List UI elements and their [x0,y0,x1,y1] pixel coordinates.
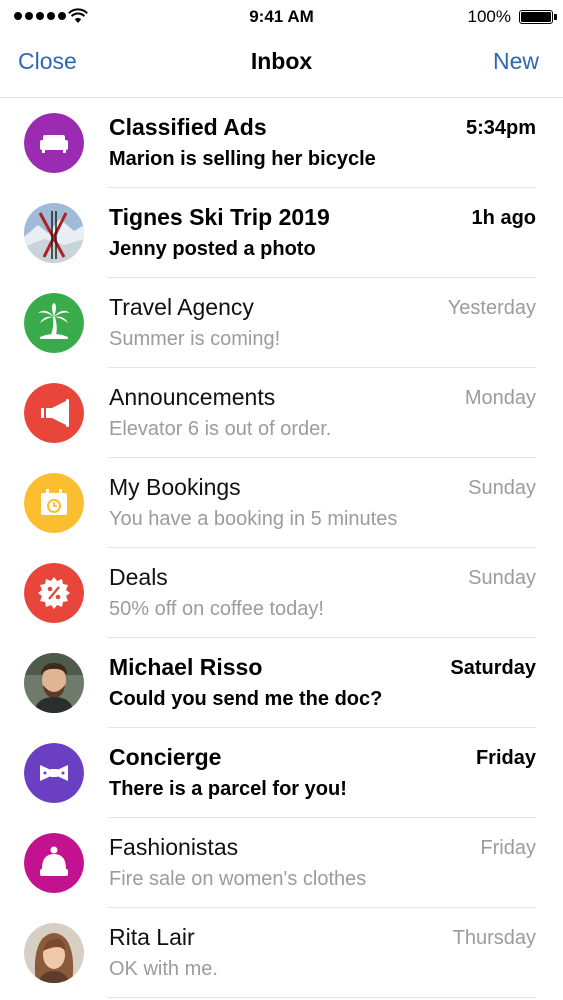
item-time: Monday [464,387,536,409]
avatar [24,923,84,983]
beanie-hat-icon [24,833,84,893]
item-preview: Summer is coming! [109,328,281,350]
item-title: Rita Lair [109,924,195,950]
inbox-item-announcements[interactable]: Announcements Elevator 6 is out of order… [0,368,563,458]
inbox-item-classified-ads[interactable]: Classified Ads Marion is selling her bic… [0,98,563,188]
inbox-list: Classified Ads Marion is selling her bic… [0,98,563,998]
megaphone-icon [24,383,84,443]
inbox-item-deals[interactable]: Deals 50% off on coffee today! Sunday [0,548,563,638]
bow-tie-icon [24,743,84,803]
percent-badge-icon [24,563,84,623]
item-time: 5:34pm [465,117,536,139]
item-time: Thursday [452,927,536,949]
item-time: Friday [475,747,536,769]
item-time: Saturday [450,657,536,679]
inbox-item-rita-lair[interactable]: Rita Lair OK with me. Thursday [0,908,563,998]
item-preview: Elevator 6 is out of order. [109,418,332,440]
item-title: Classified Ads [109,114,267,140]
item-time: 1h ago [471,207,536,229]
inbox-item-fashionistas[interactable]: Fashionistas Fire sale on women's clothe… [0,818,563,908]
item-time: Yesterday [447,297,536,319]
item-title: Michael Risso [109,654,263,680]
item-title: Announcements [109,384,276,410]
item-title: Tignes Ski Trip 2019 [109,204,330,230]
item-preview: There is a parcel for you! [109,778,347,800]
inbox-item-concierge[interactable]: Concierge There is a parcel for you! Fri… [0,728,563,818]
item-title: Fashionistas [109,834,239,860]
divider [108,997,536,998]
battery-percentage: 100% [467,7,511,26]
battery-icon [519,10,557,24]
item-preview: 50% off on coffee today! [109,598,324,620]
item-preview: You have a booking in 5 minutes [109,508,398,530]
status-bar: 9:41 AM 100% [0,0,563,36]
item-preview: OK with me. [109,958,218,980]
inbox-item-tignes-ski-trip[interactable]: Tignes Ski Trip 2019 Jenny posted a phot… [0,188,563,278]
item-preview: Could you send me the doc? [109,688,383,710]
avatar [24,653,84,713]
palm-tree-icon [24,293,84,353]
sofa-icon [24,113,84,173]
item-time: Sunday [468,567,536,589]
navigation-bar: Close Inbox New [0,36,563,98]
inbox-item-michael-risso[interactable]: Michael Risso Could you send me the doc?… [0,638,563,728]
new-message-button[interactable]: New [493,48,539,75]
page-title: Inbox [250,48,313,74]
item-title: Concierge [109,744,222,770]
item-title: My Bookings [109,474,241,500]
inbox-item-travel-agency[interactable]: Travel Agency Summer is coming! Yesterda… [0,278,563,368]
item-time: Sunday [468,477,536,499]
item-title: Deals [109,564,168,590]
calendar-clock-icon [24,473,84,533]
item-time: Friday [480,837,536,859]
item-title: Travel Agency [109,294,254,320]
inbox-item-my-bookings[interactable]: My Bookings You have a booking in 5 minu… [0,458,563,548]
item-preview: Fire sale on women's clothes [109,868,367,890]
item-preview: Jenny posted a photo [109,238,316,260]
item-preview: Marion is selling her bicycle [109,148,376,170]
ski-photo [24,203,84,263]
